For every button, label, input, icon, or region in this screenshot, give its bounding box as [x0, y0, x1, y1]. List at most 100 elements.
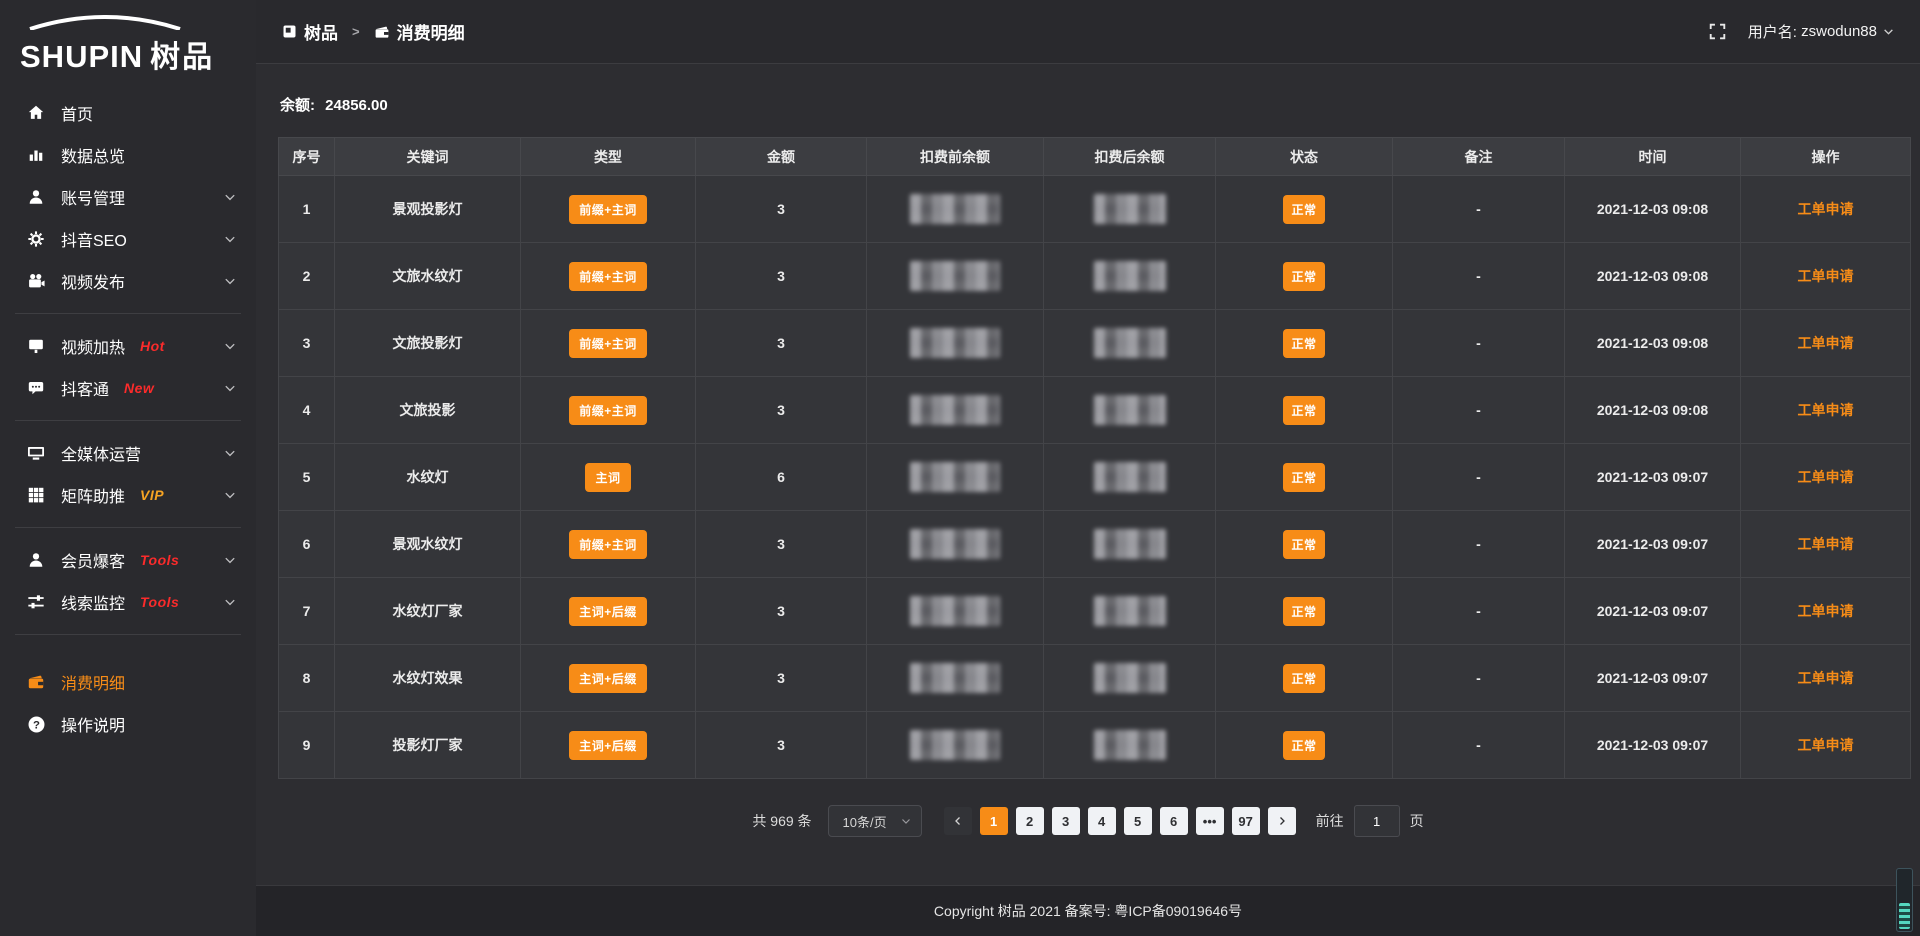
type-badge: 主词+后缀: [569, 664, 647, 693]
page-button-4[interactable]: 4: [1088, 807, 1116, 835]
chat-icon: [26, 378, 46, 398]
cell-action: 工单申请: [1741, 712, 1911, 779]
work-order-link[interactable]: 工单申请: [1798, 536, 1854, 552]
cell-time: 2021-12-03 09:07: [1565, 645, 1741, 712]
redacted-balance-after: [1094, 663, 1166, 693]
next-page-button[interactable]: [1268, 807, 1296, 835]
cell-amount: 6: [696, 444, 867, 511]
sidebar: SHUPIN 树品 首页数据总览账号管理抖音SEO视频发布视频加热Hot抖客通N…: [0, 0, 256, 936]
page-button-3[interactable]: 3: [1052, 807, 1080, 835]
page-buttons: 123456 ••• 97: [976, 807, 1264, 835]
cell-action: 工单申请: [1741, 176, 1911, 243]
redacted-balance-before: [910, 395, 1000, 425]
work-order-link[interactable]: 工单申请: [1798, 402, 1854, 418]
breadcrumb-item-home[interactable]: 树品: [282, 19, 338, 44]
sidebar-item-账号管理[interactable]: 账号管理: [0, 176, 256, 218]
cell-remark: -: [1393, 243, 1565, 310]
page-size-select[interactable]: 10条/页: [828, 805, 922, 837]
question-icon: ?: [26, 714, 46, 734]
fullscreen-icon[interactable]: [1709, 23, 1726, 40]
work-order-link[interactable]: 工单申请: [1798, 469, 1854, 485]
sidebar-item-消费明细[interactable]: 消费明细: [0, 661, 256, 703]
sidebar-item-线索监控[interactable]: 线索监控Tools: [0, 581, 256, 623]
more-pages-button[interactable]: •••: [1196, 807, 1224, 835]
work-order-link[interactable]: 工单申请: [1798, 737, 1854, 753]
status-badge: 正常: [1283, 329, 1324, 358]
cell-status: 正常: [1216, 578, 1393, 645]
page-button-2[interactable]: 2: [1016, 807, 1044, 835]
app-logo: SHUPIN 树品: [0, 0, 256, 82]
topbar: 树品 > 消费明细 用户名: zswodun88: [256, 0, 1920, 64]
work-order-link[interactable]: 工单申请: [1798, 268, 1854, 284]
sidebar-item-label: 全媒体运营: [61, 441, 141, 465]
page-button-6[interactable]: 6: [1160, 807, 1188, 835]
cell-type: 前缀+主词: [521, 176, 696, 243]
cell-balance-after: [1044, 712, 1216, 779]
cell-keyword: 水纹灯效果: [335, 645, 521, 712]
consumption-table: 序号关键词类型金额扣费前余额扣费后余额状态备注时间操作 1景观投影灯前缀+主词3…: [278, 137, 1911, 779]
cell-keyword: 景观水纹灯: [335, 511, 521, 578]
goto-page-input[interactable]: [1354, 805, 1400, 837]
sidebar-item-badge: Tools: [140, 594, 179, 610]
redacted-balance-after: [1094, 529, 1166, 559]
logo-text-cn: 树品: [150, 32, 214, 76]
table-row: 3文旅投影灯前缀+主词3正常-2021-12-03 09:08工单申请: [279, 310, 1911, 377]
work-order-link[interactable]: 工单申请: [1798, 335, 1854, 351]
cell-amount: 3: [696, 310, 867, 377]
sidebar-item-抖音SEO[interactable]: 抖音SEO: [0, 218, 256, 260]
work-order-link[interactable]: 工单申请: [1798, 201, 1854, 217]
cell-balance-after: [1044, 578, 1216, 645]
sidebar-item-首页[interactable]: 首页: [0, 92, 256, 134]
sidebar-item-矩阵助推[interactable]: 矩阵助推VIP: [0, 474, 256, 516]
sidebar-item-数据总览[interactable]: 数据总览: [0, 134, 256, 176]
svg-text:?: ?: [33, 719, 40, 731]
menu-divider: [15, 527, 241, 528]
cell-status: 正常: [1216, 712, 1393, 779]
sidebar-item-全媒体运营[interactable]: 全媒体运营: [0, 432, 256, 474]
sidebar-item-会员爆客[interactable]: 会员爆客Tools: [0, 539, 256, 581]
sidebar-item-抖客通[interactable]: 抖客通New: [0, 367, 256, 409]
cell-action: 工单申请: [1741, 377, 1911, 444]
redacted-balance-before: [910, 596, 1000, 626]
sidebar-item-视频加热[interactable]: 视频加热Hot: [0, 325, 256, 367]
page-button-97[interactable]: 97: [1232, 807, 1260, 835]
cell-remark: -: [1393, 712, 1565, 779]
table-row: 1景观投影灯前缀+主词3正常-2021-12-03 09:08工单申请: [279, 176, 1911, 243]
column-header: 类型: [521, 138, 696, 176]
work-order-link[interactable]: 工单申请: [1798, 670, 1854, 686]
cell-balance-before: [867, 310, 1044, 377]
total-count: 共 969 条: [752, 811, 811, 831]
column-header: 金额: [696, 138, 867, 176]
page-button-5[interactable]: 5: [1124, 807, 1152, 835]
table-row: 8水纹灯效果主词+后缀3正常-2021-12-03 09:07工单申请: [279, 645, 1911, 712]
sidebar-item-视频发布[interactable]: 视频发布: [0, 260, 256, 302]
type-badge: 前缀+主词: [569, 329, 647, 358]
prev-page-button[interactable]: [944, 807, 972, 835]
cell-balance-before: [867, 578, 1044, 645]
chevron-down-icon: [224, 340, 236, 352]
page-button-1[interactable]: 1: [980, 807, 1008, 835]
app-icon: [282, 24, 297, 39]
breadcrumb-item-current[interactable]: 消费明细: [374, 19, 465, 44]
cell-action: 工单申请: [1741, 310, 1911, 377]
table-row: 5水纹灯主词6正常-2021-12-03 09:07工单申请: [279, 444, 1911, 511]
sidebar-item-label: 账号管理: [61, 185, 125, 209]
cell-status: 正常: [1216, 444, 1393, 511]
sidebar-item-操作说明[interactable]: ?操作说明: [0, 703, 256, 745]
redacted-balance-before: [910, 462, 1000, 492]
sidebar-item-label: 会员爆客: [61, 548, 125, 572]
redacted-balance-before: [910, 261, 1000, 291]
cell-balance-after: [1044, 511, 1216, 578]
cell-amount: 3: [696, 712, 867, 779]
type-badge: 主词+后缀: [569, 731, 647, 760]
user-menu[interactable]: 用户名: zswodun88: [1748, 21, 1894, 42]
cell-amount: 3: [696, 645, 867, 712]
sidebar-item-label: 数据总览: [61, 143, 125, 167]
side-float-widget[interactable]: [1896, 868, 1913, 932]
work-order-link[interactable]: 工单申请: [1798, 603, 1854, 619]
cell-index: 3: [279, 310, 335, 377]
cell-time: 2021-12-03 09:08: [1565, 310, 1741, 377]
cell-balance-before: [867, 712, 1044, 779]
status-badge: 正常: [1283, 530, 1324, 559]
redacted-balance-before: [910, 194, 1000, 224]
